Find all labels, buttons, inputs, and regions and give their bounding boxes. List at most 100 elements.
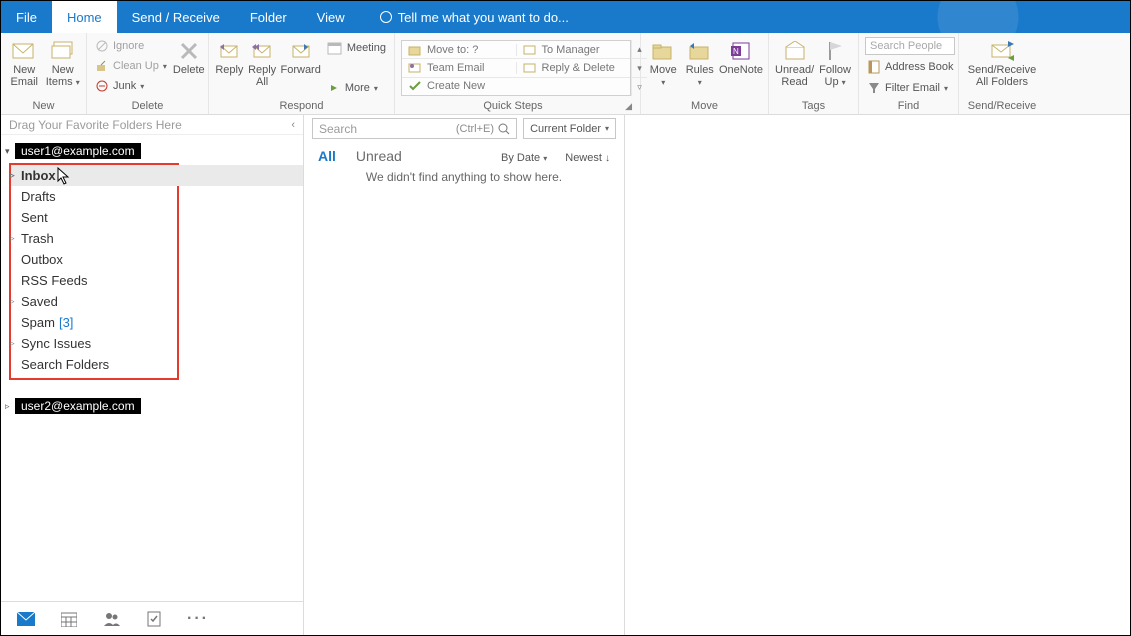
send-receive-all-button[interactable]: Send/Receive All Folders [965,37,1039,88]
folder-inbox[interactable]: ▹ Inbox [11,165,177,186]
group-tags: Unread/ Read Follow Up ▾ Tags [769,33,859,114]
sort-by-date[interactable]: By Date ▾ [501,152,547,164]
envelope-stack-icon [51,39,75,63]
ignore-icon [95,39,109,53]
account-2-header[interactable]: user2@example.com [15,398,141,414]
junk-icon [95,79,109,93]
reply-icon [217,39,241,63]
new-email-label: New Email [10,65,38,88]
envelope-icon [12,39,36,63]
tab-view[interactable]: View [302,1,360,33]
new-email-button[interactable]: New Email [7,37,42,88]
folder-drafts[interactable]: Drafts [11,186,177,207]
forward-icon [289,39,313,63]
rules-icon [688,39,712,63]
nav-tasks-icon[interactable] [147,611,161,627]
nav-more-icon[interactable]: ··· [187,610,209,628]
tab-home[interactable]: Home [52,1,117,33]
folder-outbox[interactable]: Outbox [11,249,177,270]
favorites-drop-zone[interactable]: Drag Your Favorite Folders Here ‹ [1,115,303,135]
tab-send-receive[interactable]: Send / Receive [117,1,235,33]
nav-calendar-icon[interactable] [61,611,77,627]
funnel-icon [867,81,881,95]
move-button[interactable]: Move▾ [647,37,680,88]
folder-trash[interactable]: ▹Trash [11,228,177,249]
search-input[interactable]: Search (Ctrl+E) [312,118,517,139]
search-people-input[interactable]: Search People [865,37,955,55]
delete-label: Delete [173,65,205,77]
chevron-right-icon: ▹ [10,338,15,349]
folder-spam[interactable]: Spam [3] [11,312,177,333]
reply-all-button[interactable]: Reply All [248,37,277,88]
folder-search-folders[interactable]: Search Folders [11,354,177,375]
quick-steps-launcher[interactable]: ◢ [625,101,634,112]
folder-saved[interactable]: ▹Saved [11,291,177,312]
collapse-nav-icon[interactable]: ‹ [291,119,295,131]
send-receive-icon [990,39,1014,63]
new-items-button[interactable]: New Items ▾ [46,37,81,88]
forward-button[interactable]: Forward [281,37,321,77]
qs-move-to[interactable]: Move to: ? [402,44,516,56]
search-placeholder: Search [319,122,357,136]
folder-list-highlight: ▹ Inbox Drafts Sent ▹Trash Outbox RSS Fe… [9,163,179,380]
qs-reply-delete[interactable]: Reply & Delete [516,62,631,74]
cursor-icon [57,167,71,185]
unread-read-button[interactable]: Unread/ Read [775,37,814,88]
nav-people-icon[interactable] [103,611,121,627]
spam-count: [3] [59,315,73,330]
address-book-button[interactable]: Address Book [865,58,955,76]
group-find: Search People Address Book Filter Email▾… [859,33,959,114]
search-scope-dropdown[interactable]: Current Folder▾ [523,118,616,139]
filter-all[interactable]: All [318,148,336,164]
qs-create-new[interactable]: Create New [402,80,516,92]
filter-email-button[interactable]: Filter Email▾ [865,79,955,97]
qs-to-manager[interactable]: To Manager [516,44,631,56]
sort-newest[interactable]: Newest ↓ [565,152,610,164]
group-move: Move▾ Rules▾ N OneNote Move [641,33,769,114]
favorites-hint: Drag Your Favorite Folders Here [9,118,182,132]
new-items-label: New Items ▾ [46,65,80,88]
message-list-pane: Search (Ctrl+E) Current Folder▾ All Unre… [304,115,625,635]
group-quick-steps: Move to: ? To Manager Team Email [395,33,641,114]
cleanup-button[interactable]: Clean Up▾ [93,57,169,75]
ribbon: New Email New Items ▾ New Ignore [1,33,1130,115]
ribbon-tabs: File Home Send / Receive Folder View Tel… [1,1,1130,33]
folder-sent[interactable]: Sent [11,207,177,228]
group-quick-steps-label: Quick Steps [401,99,625,112]
tab-file[interactable]: File [1,1,52,33]
more-icon [327,81,341,95]
reply-all-icon [250,39,274,63]
group-respond-label: Respond [215,99,388,112]
filter-unread[interactable]: Unread [356,148,402,164]
qs-team-email[interactable]: Team Email [402,62,516,74]
folder-sync-issues[interactable]: ▹Sync Issues [11,333,177,354]
reading-pane [625,115,1130,635]
junk-button[interactable]: Junk▾ [93,77,169,95]
search-shortcut-hint: (Ctrl+E) [456,123,494,135]
nav-mail-icon[interactable] [17,612,35,626]
ignore-button[interactable]: Ignore [93,37,169,55]
check-icon [408,80,422,92]
chevron-right-icon: ▹ [10,170,15,181]
reply-button[interactable]: Reply [215,37,244,77]
account-1-header[interactable]: user1@example.com [15,143,141,159]
tell-me-search[interactable]: Tell me what you want to do... [360,1,569,33]
follow-up-button[interactable]: Follow Up ▾ [818,37,852,88]
flag-icon [823,39,847,63]
folder-rss-feeds[interactable]: RSS Feeds [11,270,177,291]
onenote-button[interactable]: N OneNote [720,37,762,77]
address-book-icon [867,60,881,74]
meeting-button[interactable]: Meeting [325,39,388,57]
calendar-icon [327,41,343,55]
rules-button[interactable]: Rules▾ [684,37,717,88]
group-send-receive: Send/Receive All Folders Send/Receive [959,33,1045,114]
chevron-right-icon: ▹ [10,233,15,244]
group-find-label: Find [865,99,952,112]
tab-folder[interactable]: Folder [235,1,302,33]
group-new-label: New [7,99,80,112]
tell-me-label: Tell me what you want to do... [398,10,569,25]
delete-button[interactable]: Delete [173,37,205,77]
lightbulb-icon [380,11,392,23]
group-new: New Email New Items ▾ New [1,33,87,114]
more-respond-button[interactable]: More▾ [325,79,388,97]
